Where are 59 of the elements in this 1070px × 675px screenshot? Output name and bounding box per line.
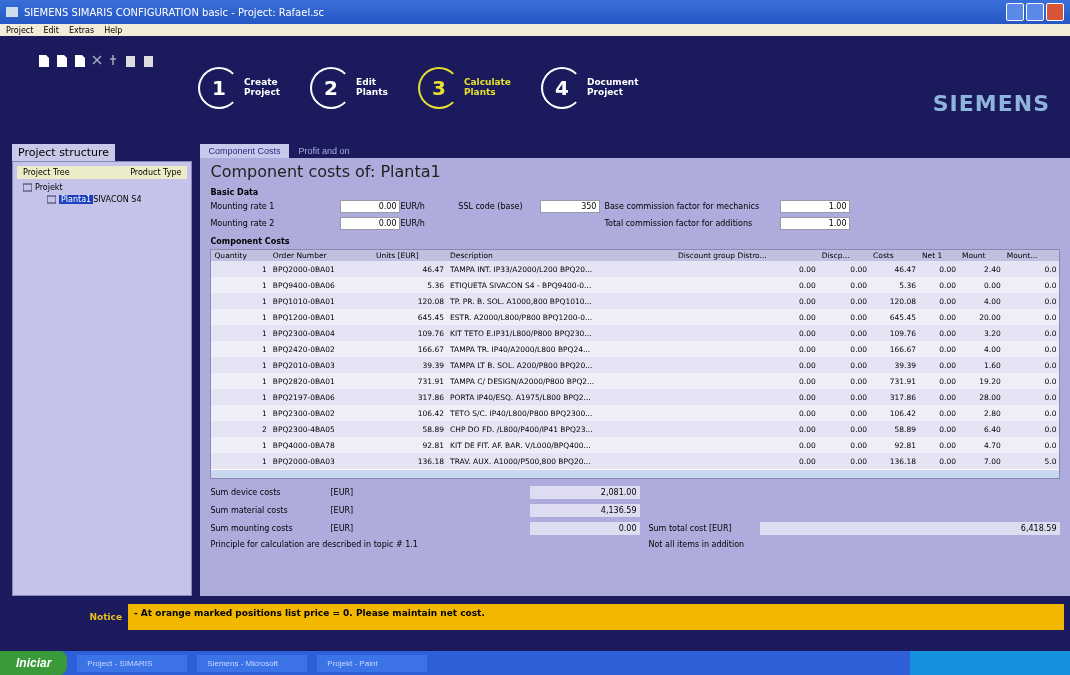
notice-message: - At orange marked positions list price = 0. Please maintain net cost. (128, 604, 1064, 630)
sum-label: Sum mounting costs (210, 524, 294, 533)
app-icon (6, 7, 18, 17)
section-title: Component Costs (210, 237, 291, 246)
input-field[interactable]: 1.00 (780, 200, 851, 213)
field-label: Mounting rate 1 (210, 202, 276, 211)
folder-icon (23, 182, 32, 192)
field-label: Mounting rate 2 (210, 219, 276, 228)
sum-label: Sum total cost [EUR] (647, 524, 733, 533)
copy-icon[interactable] (142, 54, 154, 68)
field-label: SSL code (base) (457, 202, 524, 211)
input-field[interactable]: 350 (540, 200, 601, 213)
sum-value: 4,136.59 (530, 504, 641, 517)
footnote: Principle for calculation are described in topic # 1.1 (210, 540, 419, 549)
notice-label: Notice (88, 612, 122, 622)
folder-icon (47, 194, 56, 204)
tree-item[interactable]: Planta1 (59, 194, 94, 204)
sum-label: Sum device costs (210, 488, 282, 497)
window-title: SIEMENS SIMARIS CONFIGURATION basic - Project: Rafael.sc (24, 6, 326, 18)
column-header[interactable]: Project Tree (23, 168, 70, 177)
menu-item[interactable]: Edit (43, 25, 59, 35)
step-button[interactable]: 3 Calculate Plants (417, 67, 511, 109)
unit-label: EUR/h (400, 219, 426, 228)
scrollbar[interactable] (211, 470, 1060, 478)
step-button[interactable]: 4 Document Project (540, 67, 639, 109)
document-icon[interactable] (56, 54, 68, 68)
tree-item[interactable]: Projekt (35, 182, 63, 192)
sum-label: Sum material costs (210, 506, 289, 515)
field-label: Base commission factor for mechanics (603, 202, 761, 211)
document-icon[interactable] (74, 54, 86, 68)
copy-icon[interactable] (124, 54, 136, 68)
maximize-button[interactable] (1026, 3, 1044, 21)
unit-label: EUR/h (400, 202, 426, 211)
scissors-icon[interactable] (92, 54, 102, 66)
unit-label: [EUR] (330, 506, 355, 515)
unit-label: [EUR] (330, 524, 355, 533)
input-field[interactable]: 1.00 (780, 217, 851, 230)
input-field[interactable]: 0.00 (340, 200, 401, 213)
menu-item[interactable]: Extras (68, 25, 95, 35)
sum-value: 2,081.00 (530, 486, 641, 499)
start-button[interactable]: Iniciar (0, 651, 68, 675)
minimize-button[interactable] (1006, 3, 1024, 21)
page-heading: Component costs of: Planta1 (210, 162, 442, 181)
column-header[interactable]: Product Type (130, 168, 182, 177)
sum-value: 0.00 (530, 522, 641, 535)
total-value: 6,418.59 (760, 522, 1061, 535)
tab[interactable]: Component Costs (200, 144, 289, 158)
note: Not all items in addition (647, 540, 746, 549)
panel-tab[interactable]: Project structure (12, 144, 116, 161)
close-button[interactable] (1046, 3, 1064, 21)
unit-label: [EUR] (330, 488, 355, 497)
document-icon[interactable] (38, 54, 50, 68)
menu-item[interactable]: Help (104, 25, 123, 35)
menu-item[interactable]: Project (6, 25, 34, 35)
field-label: Total commission factor for additions (603, 219, 754, 228)
input-field[interactable]: 0.00 (340, 217, 401, 230)
section-title: Basic Data (210, 188, 260, 197)
product-type: SIVACON S4 (93, 194, 142, 204)
brand-logo: SIEMENS (932, 90, 1050, 116)
